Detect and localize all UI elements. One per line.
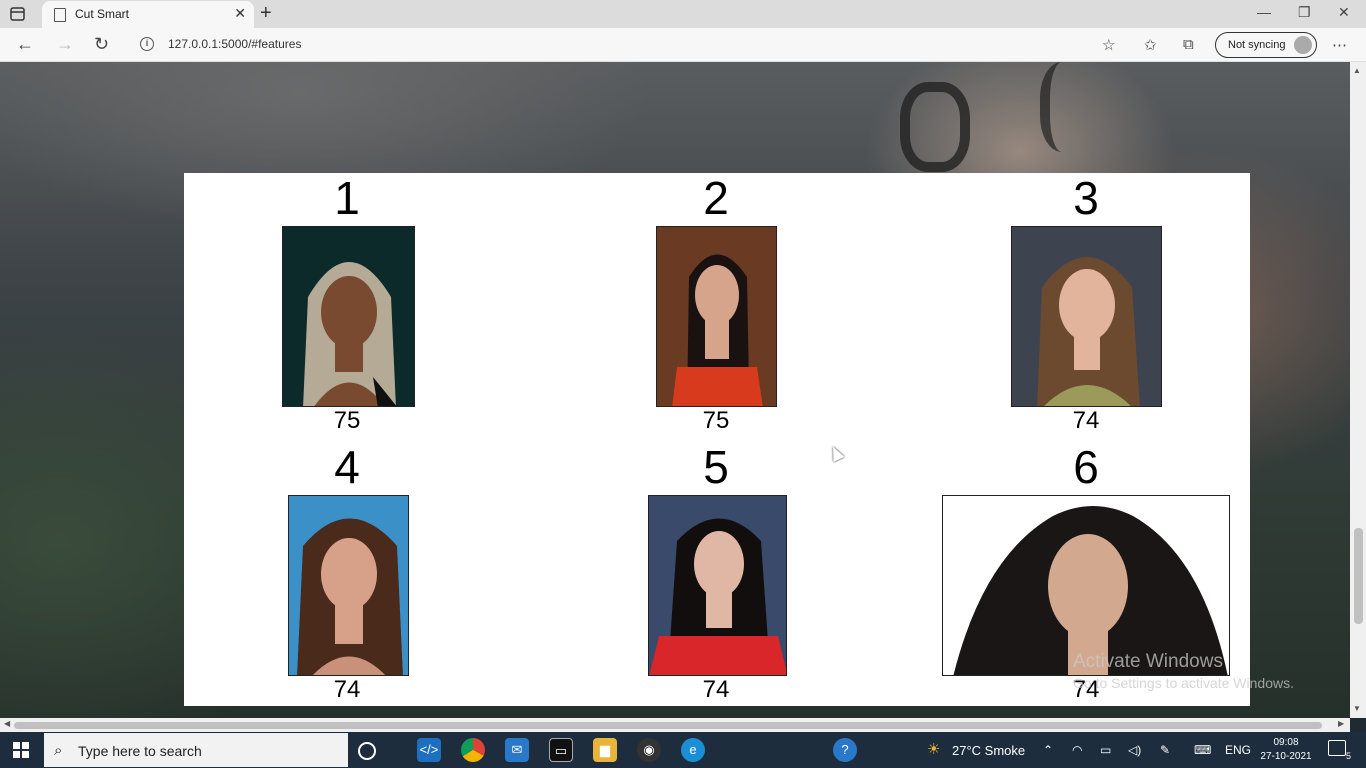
portrait-image (289, 496, 408, 675)
edge-icon[interactable]: e (681, 738, 705, 762)
result-photo[interactable] (656, 226, 777, 407)
search-placeholder: Type here to search (78, 743, 202, 759)
file-explorer-icon[interactable]: ▆ (593, 738, 617, 762)
mail-icon[interactable]: ✉ (505, 738, 529, 762)
windows-start-icon[interactable] (13, 742, 29, 758)
result-score: 75 (702, 407, 730, 434)
results-panel: 1 75 2 75 3 74 4 74 5 74 6 74 (184, 173, 1250, 706)
avatar (1294, 36, 1312, 54)
scroll-left-icon[interactable]: ◀ (4, 719, 10, 728)
chrome-icon[interactable] (461, 738, 485, 762)
back-icon[interactable]: ← (16, 34, 34, 55)
weather-icon[interactable]: ☀ (927, 740, 940, 758)
tab-actions-icon[interactable] (10, 6, 26, 22)
horizontal-scrollbar[interactable]: ◀ ▶ (0, 718, 1350, 732)
obs-icon[interactable]: ◉ (637, 738, 661, 762)
help-icon[interactable]: ? (833, 738, 857, 762)
result-photo[interactable] (282, 226, 415, 407)
portrait-image (649, 496, 786, 675)
battery-icon[interactable]: ▭ (1100, 743, 1111, 757)
result-card: 2 75 (566, 173, 866, 438)
task-view-icon[interactable] (358, 742, 376, 760)
restore-icon[interactable]: ❐ (1298, 4, 1311, 21)
taskbar-search-box[interactable]: ⌕ Type here to search (44, 733, 348, 767)
watermark-subtitle: Go to Settings to activate Windows. (1073, 675, 1294, 691)
clock-date: 27-10-2021 (1260, 751, 1312, 762)
result-photo[interactable] (648, 495, 787, 676)
close-window-icon[interactable]: ✕ (1338, 4, 1350, 21)
info-icon[interactable]: i (140, 37, 154, 51)
keyboard-icon[interactable]: ⌨ (1194, 743, 1211, 757)
result-rank: 5 (703, 441, 729, 493)
result-rank: 6 (1073, 441, 1099, 493)
result-photo[interactable] (288, 495, 409, 676)
watermark-title: Activate Windows (1073, 651, 1223, 672)
result-rank: 2 (703, 172, 729, 224)
scroll-right-icon[interactable]: ▶ (1338, 719, 1344, 728)
new-tab-icon[interactable]: + (260, 2, 272, 25)
browser-tab[interactable]: Cut Smart ✕ (42, 1, 254, 28)
result-card: 3 74 (936, 173, 1236, 438)
result-rank: 4 (334, 441, 360, 493)
profile-sync-button[interactable]: Not syncing (1215, 32, 1317, 58)
taskbar: ⌕ Type here to search </> ✉ ▭ ▆ ◉ e ? ☀ … (0, 732, 1366, 768)
forward-icon[interactable]: → (56, 34, 74, 55)
result-card: 4 74 (197, 442, 497, 707)
volume-icon[interactable]: ◁) (1128, 743, 1141, 757)
result-photo[interactable] (1011, 226, 1162, 407)
add-favorite-icon[interactable]: ☆ (1102, 36, 1115, 54)
url-text: 127.0.0.1:5000/#features (168, 37, 302, 51)
more-menu-icon[interactable]: ⋯ (1332, 36, 1347, 54)
scroll-down-icon[interactable]: ▼ (1353, 704, 1361, 713)
language-indicator[interactable]: ENG (1225, 743, 1251, 757)
favorites-icon[interactable]: ✩ (1144, 36, 1157, 54)
refresh-icon[interactable]: ↻ (94, 34, 109, 55)
notification-count: 5 (1345, 751, 1351, 761)
page-background: 1 75 2 75 3 74 4 74 5 74 6 74 (0, 62, 1366, 718)
search-icon: ⌕ (54, 742, 63, 759)
minimize-icon[interactable]: — (1257, 4, 1271, 20)
terminal-icon[interactable]: ▭ (549, 738, 573, 762)
result-rank: 3 (1073, 172, 1099, 224)
tab-bar: Cut Smart ✕ + — ❐ ✕ (0, 0, 1366, 28)
scroll-thumb[interactable] (14, 722, 1322, 729)
close-tab-icon[interactable]: ✕ (234, 5, 246, 22)
result-score: 74 (702, 676, 730, 703)
tab-title: Cut Smart (75, 7, 130, 21)
collections-icon[interactable]: ⧉ (1183, 36, 1194, 53)
activation-watermark: Activate Windows Go to Settings to activ… (1073, 651, 1294, 691)
vertical-scrollbar[interactable]: ▲ ▼ (1350, 62, 1366, 718)
vscode-icon[interactable]: </> (417, 738, 441, 762)
address-bar: ← → ↻ i 127.0.0.1:5000/#features ☆ ✩ ⧉ N… (0, 28, 1366, 62)
sync-label: Not syncing (1228, 39, 1286, 51)
result-photo[interactable] (942, 495, 1230, 676)
notification-icon[interactable]: 5 (1328, 740, 1351, 761)
result-score: 74 (333, 676, 361, 703)
scroll-up-icon[interactable]: ▲ (1353, 66, 1361, 75)
chevron-up-icon[interactable]: ⌃ (1043, 743, 1053, 757)
wifi-icon[interactable]: ◠ (1072, 743, 1082, 757)
clock-time: 09:08 (1273, 737, 1299, 748)
url-field[interactable]: i 127.0.0.1:5000/#features (128, 32, 1128, 58)
result-card: 5 74 (566, 442, 866, 707)
portrait-image (943, 496, 1229, 675)
result-rank: 1 (334, 172, 360, 224)
clock[interactable]: 09:08 27-10-2021 (1256, 736, 1316, 764)
result-score: 74 (1072, 407, 1100, 434)
result-score: 75 (333, 407, 361, 434)
pen-icon[interactable]: ✎ (1160, 743, 1170, 757)
portrait-image (1012, 227, 1161, 406)
result-card: 1 75 (197, 173, 497, 438)
portrait-image (283, 227, 414, 406)
scroll-thumb[interactable] (1354, 528, 1363, 624)
background-decor (900, 82, 970, 172)
portrait-image (657, 227, 776, 406)
page-icon (54, 8, 66, 22)
background-decor (1040, 62, 1095, 152)
weather-text[interactable]: 27°C Smoke (952, 743, 1025, 758)
